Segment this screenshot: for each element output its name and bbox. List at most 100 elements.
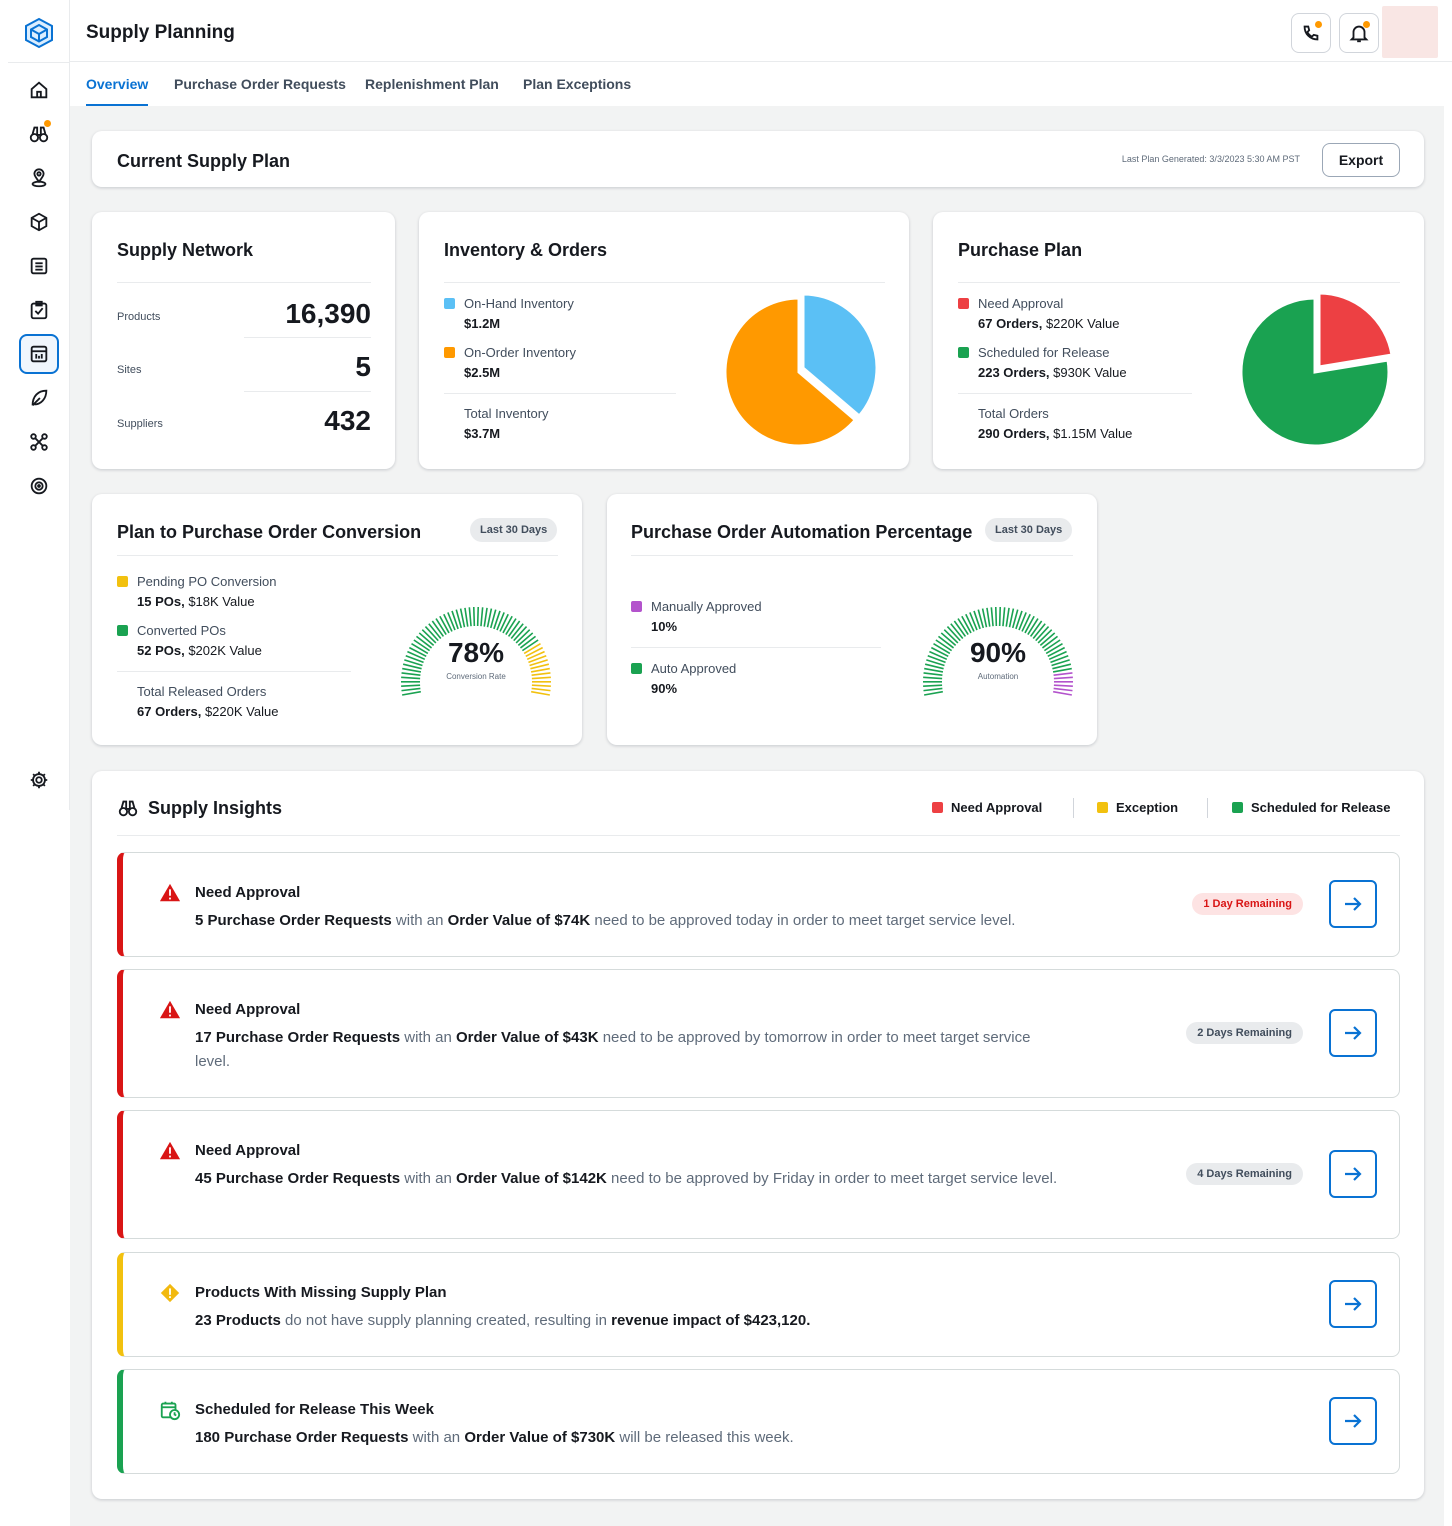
insight-desc-bold: 180 Purchase Order Requests (195, 1429, 409, 1446)
divider (244, 337, 371, 338)
legend-scheduled-value: 223 Orders, $930K Value (978, 365, 1127, 380)
gauge-tick-remaining (1053, 690, 1072, 696)
sidebar-item-locations[interactable] (19, 158, 59, 198)
legend-scheduled: Scheduled for Release (1232, 800, 1390, 815)
gauge-tick-filled (998, 607, 1002, 627)
insight-open-button[interactable] (1329, 1150, 1377, 1198)
sites-label: Sites (117, 364, 142, 376)
insight-desc-text: with an (400, 1029, 456, 1046)
insight-description: 5 Purchase Order Requests with an Order … (195, 909, 1095, 933)
tab-replenishment-plan[interactable]: Replenishment Plan (365, 76, 499, 104)
sidebar-item-products[interactable] (19, 202, 59, 242)
supply-plan-icon (30, 345, 48, 363)
insight-desc-text: do not have supply planning created, res… (280, 1312, 612, 1329)
legend-need-approval: Need Approval (932, 800, 1042, 815)
suppliers-label: Suppliers (117, 418, 163, 430)
divider (444, 282, 885, 283)
legend-converted-label: Converted POs (137, 623, 226, 638)
insight-open-button[interactable] (1329, 1397, 1377, 1445)
current-plan-card: Current Supply Plan Last Plan Generated:… (92, 131, 1424, 187)
current-plan-title: Current Supply Plan (117, 151, 291, 171)
insight-desc-text: will be released this week. (615, 1429, 794, 1446)
sidebar-divider (8, 62, 69, 63)
suppliers-value: 432 (324, 405, 371, 436)
binoculars-icon (118, 800, 138, 817)
sidebar-item-sustainability[interactable] (19, 378, 59, 418)
tab-bar: Overview Purchase Order Requests Repleni… (70, 62, 1452, 107)
sidebar-item-supply-planning[interactable] (19, 334, 59, 374)
home-icon (30, 81, 48, 99)
divider (117, 282, 371, 283)
insight-description: 23 Products do not have supply planning … (195, 1309, 1095, 1333)
insight-open-button[interactable] (1329, 880, 1377, 928)
divider (631, 555, 1073, 556)
insight-title: Need Approval (195, 1001, 301, 1018)
tab-plan-exceptions[interactable]: Plan Exceptions (523, 76, 631, 104)
divider (117, 835, 1400, 836)
total-value-bold: 290 Orders, (978, 426, 1050, 441)
legend-value-rest: $18K Value (184, 594, 255, 609)
insight-deadline-badge: 2 Days Remaining (1186, 1022, 1303, 1044)
legend-swatch-on-order (444, 347, 455, 358)
sidebar-item-settings[interactable] (19, 760, 59, 800)
insight-desc-bold: 5 Purchase Order Requests (195, 912, 392, 929)
legend-value-bold: 15 POs, (137, 594, 185, 609)
gauge-tick-filled (1002, 607, 1006, 627)
gauge-tick-filled (486, 608, 493, 628)
gauge-tick-filled (986, 607, 991, 627)
sidebar-item-checklist[interactable] (19, 290, 59, 330)
export-button[interactable]: Export (1322, 143, 1400, 177)
total-inventory-value: $3.7M (464, 426, 501, 441)
sidebar (8, 0, 70, 810)
insight-desc-text: need to be approved today in order to me… (590, 912, 1016, 929)
insight-desc-bold: Order Value of $730K (464, 1429, 616, 1446)
sidebar-item-target[interactable] (19, 466, 59, 506)
gauge-tick-filled (1008, 608, 1015, 628)
list-icon (30, 257, 48, 275)
inventory-orders-title: Inventory & Orders (444, 240, 608, 260)
legend-scheduled-label: Scheduled for Release (978, 345, 1110, 360)
gauge-tick-filled (923, 684, 943, 688)
insight-title: Products With Missing Supply Plan (195, 1284, 447, 1301)
legend-swatch-auto (631, 663, 642, 674)
total-released-value: 67 Orders, $220K Value (137, 704, 278, 719)
gauge-tick-remaining (531, 687, 551, 692)
sidebar-item-list[interactable] (19, 246, 59, 286)
gauge-tick-filled (1021, 613, 1031, 632)
insight-description: 180 Purchase Order Requests with an Orde… (195, 1426, 1095, 1450)
legend-label: Need Approval (951, 800, 1043, 815)
notification-dot (44, 120, 51, 127)
legend-swatch-pending (117, 576, 128, 587)
automation-title: Purchase Order Automation Percentage (631, 522, 973, 542)
tab-overview[interactable]: Overview (86, 76, 149, 107)
insight-open-button[interactable] (1329, 1009, 1377, 1057)
legend-on-order-label: On-Order Inventory (464, 345, 576, 360)
supply-network-title: Supply Network (117, 240, 254, 260)
legend-swatch-need-approval (958, 298, 969, 309)
target-icon (30, 477, 48, 495)
insight-card: Need Approval 45 Purchase Order Requests… (117, 1110, 1400, 1239)
sidebar-item-home[interactable] (19, 70, 59, 110)
sidebar-item-network[interactable] (19, 422, 59, 462)
tab-purchase-order-requests[interactable]: Purchase Order Requests (174, 76, 346, 104)
insight-desc-bold: 17 Purchase Order Requests (195, 1029, 401, 1046)
warning-triangle-icon (159, 1141, 181, 1160)
automation-card: Purchase Order Automation Percentage Las… (607, 494, 1097, 745)
notifications-button[interactable] (1339, 13, 1379, 53)
gauge-tick-filled (401, 684, 421, 688)
gauge-tick-filled (401, 687, 421, 692)
legend-swatch-scheduled (958, 347, 969, 358)
legend-manual-value: 10% (651, 619, 678, 634)
user-avatar[interactable] (1382, 6, 1438, 58)
legend-value-bold: 223 Orders, (978, 365, 1050, 380)
app-logo-icon[interactable] (23, 17, 55, 49)
supply-insights-card: Supply Insights Need Approval Exception … (92, 771, 1424, 1499)
legend-pending-label: Pending PO Conversion (137, 574, 277, 589)
insight-desc-bold: 45 Purchase Order Requests (195, 1170, 401, 1187)
sites-value: 5 (355, 351, 371, 382)
sidebar-item-insights[interactable] (19, 114, 59, 154)
legend-swatch (1097, 802, 1108, 813)
inventory-pie-chart (723, 292, 879, 448)
insight-open-button[interactable] (1329, 1280, 1377, 1328)
contact-support-button[interactable] (1291, 13, 1331, 53)
